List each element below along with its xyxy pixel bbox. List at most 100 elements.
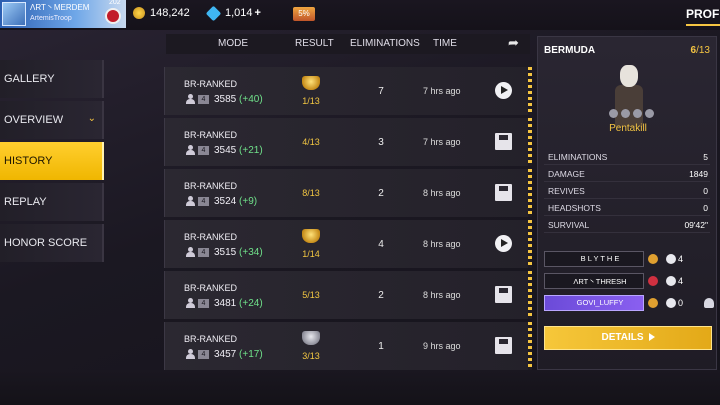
match-eliminations: 1 bbox=[378, 341, 384, 352]
history-table-header: MODE RESULT ELIMINATIONS TIME bbox=[166, 34, 530, 54]
play-replay-button[interactable] bbox=[495, 82, 512, 99]
match-detail-panel: BERMUDA 6/13 Pentakill ELIMINATIONS 5 DA… bbox=[537, 36, 717, 370]
add-friend-icon[interactable] bbox=[704, 298, 714, 308]
stat-value: 09'42" bbox=[684, 220, 708, 230]
rank-points: 3585 (+40) bbox=[214, 94, 263, 105]
rank-badge-icon bbox=[648, 276, 658, 286]
match-time: 7 hrs ago bbox=[423, 86, 461, 96]
stat-label: REVIVES bbox=[548, 186, 585, 196]
row-edge-stripe bbox=[528, 271, 532, 319]
row-edge-stripe bbox=[528, 220, 532, 268]
rank-points: 3545 (+21) bbox=[214, 145, 263, 156]
sidebar-item-label: OVERVIEW bbox=[4, 114, 64, 126]
player-kills: 4 bbox=[678, 254, 684, 264]
sidebar-item-replay[interactable]: REPLAY bbox=[0, 183, 104, 221]
squad-player-row[interactable]: ΛRT丶THRESH 4 bbox=[544, 273, 714, 289]
match-row[interactable]: BR-RANKED 4 3585 (+40) 1/13 7 7 hrs ago bbox=[164, 67, 532, 115]
diamond-balance[interactable]: 1,014 + bbox=[205, 5, 261, 21]
store-discount-icon[interactable]: 5% bbox=[293, 7, 315, 21]
placement-total: /13 bbox=[696, 45, 710, 56]
sidebar-item-honor-score[interactable]: HONOR SCORE bbox=[0, 224, 104, 262]
match-time: 8 hrs ago bbox=[423, 290, 461, 300]
details-button[interactable]: DETAILS bbox=[544, 326, 712, 350]
squad-size: 4 bbox=[198, 197, 209, 206]
stat-value: 0 bbox=[703, 203, 708, 213]
squad-person-icon bbox=[185, 298, 195, 308]
diamond-icon bbox=[205, 5, 222, 21]
row-edge-stripe bbox=[528, 169, 532, 217]
diamond-amount: 1,014 bbox=[225, 7, 253, 19]
row-edge-stripe bbox=[528, 322, 532, 370]
coin-amount: 148,242 bbox=[150, 7, 190, 19]
rank-points: 3524 (+9) bbox=[214, 196, 257, 207]
tab-profile-underline bbox=[686, 24, 720, 26]
squad-person-icon bbox=[185, 196, 195, 206]
gold-trophy-icon bbox=[302, 76, 320, 90]
character-mask bbox=[620, 65, 638, 87]
match-result: 1/13 bbox=[302, 96, 320, 106]
squad-size: 4 bbox=[198, 95, 209, 104]
match-mode: BR-RANKED bbox=[184, 283, 238, 293]
match-eliminations: 7 bbox=[378, 86, 384, 97]
player-kills: 4 bbox=[678, 276, 684, 286]
sidebar-item-label: HISTORY bbox=[4, 155, 53, 167]
save-replay-button[interactable] bbox=[495, 286, 512, 303]
level-badge-icon bbox=[105, 8, 121, 24]
save-replay-button[interactable] bbox=[495, 133, 512, 150]
stat-row: ELIMINATIONS 5 bbox=[544, 148, 710, 165]
squad-player-row[interactable]: GOVI_LUFFY 0 bbox=[544, 295, 714, 311]
play-replay-button[interactable] bbox=[495, 235, 512, 252]
row-edge-stripe bbox=[528, 118, 532, 166]
rank-points-delta: (+40) bbox=[239, 94, 263, 105]
stat-row: DAMAGE 1849 bbox=[544, 165, 710, 182]
player-kills: 0 bbox=[678, 298, 684, 308]
player-name: GOVI_LUFFY bbox=[576, 298, 624, 307]
match-row[interactable]: BR-RANKED 4 3524 (+9) 8/13 2 8 hrs ago bbox=[164, 169, 532, 217]
rank-points-value: 3585 bbox=[214, 94, 237, 105]
match-row[interactable]: BR-RANKED 4 3481 (+24) 5/13 2 8 hrs ago bbox=[164, 271, 532, 319]
share-icon[interactable]: ➦ bbox=[508, 35, 526, 50]
tab-profile[interactable]: PROFIL bbox=[686, 7, 720, 21]
match-row[interactable]: BR-RANKED 4 3545 (+21) 4/13 3 7 hrs ago bbox=[164, 118, 532, 166]
rank-points-delta: (+17) bbox=[239, 349, 263, 360]
squad-person-icon bbox=[185, 247, 195, 257]
rank-badge-icon bbox=[648, 254, 658, 264]
match-mode: BR-RANKED bbox=[184, 232, 238, 242]
match-time: 9 hrs ago bbox=[423, 341, 461, 351]
sidebar-item-gallery[interactable]: GALLERY bbox=[0, 60, 104, 98]
sidebar-item-history[interactable]: HISTORY bbox=[0, 142, 104, 180]
match-mode: BR-RANKED bbox=[184, 79, 238, 89]
save-replay-button[interactable] bbox=[495, 184, 512, 201]
map-name: BERMUDA bbox=[544, 45, 596, 56]
skull-icon bbox=[666, 254, 676, 264]
squad-person-icon bbox=[185, 145, 195, 155]
sidebar-item-overview[interactable]: OVERVIEW ⌄ bbox=[0, 101, 104, 139]
column-header-time: TIME bbox=[433, 38, 457, 49]
rank-points-value: 3524 bbox=[214, 196, 237, 207]
medal-icon bbox=[609, 109, 618, 118]
match-row[interactable]: BR-RANKED 4 3515 (+34) 1/14 4 8 hrs ago bbox=[164, 220, 532, 268]
skull-icon bbox=[666, 298, 676, 308]
squad-players: B L Y T H E 4 ΛRT丶THRESH 4 GOVI_LUFFY 0 bbox=[544, 251, 714, 317]
medal-row bbox=[609, 109, 654, 118]
player-name: ΛRT丶THRESH bbox=[573, 277, 627, 286]
rank-points-delta: (+21) bbox=[239, 145, 263, 156]
squad-player-row[interactable]: B L Y T H E 4 bbox=[544, 251, 714, 267]
match-result: 3/13 bbox=[302, 351, 320, 361]
rank-points-delta: (+9) bbox=[239, 196, 258, 207]
column-header-mode: MODE bbox=[218, 38, 248, 49]
coin-icon bbox=[133, 7, 145, 19]
match-row[interactable]: BR-RANKED 4 3457 (+17) 3/13 1 9 hrs ago bbox=[164, 322, 532, 370]
silver-trophy-icon bbox=[302, 331, 320, 345]
stat-row: SURVIVAL 09'42" bbox=[544, 216, 710, 233]
save-replay-button[interactable] bbox=[495, 337, 512, 354]
player-profile-card[interactable]: ΛRT丶MERDEM ArtemisTroop 202 bbox=[0, 0, 126, 28]
play-arrow-icon bbox=[648, 333, 655, 342]
player-level: 202 bbox=[109, 0, 121, 6]
stat-row: REVIVES 0 bbox=[544, 182, 710, 199]
rank-points: 3457 (+17) bbox=[214, 349, 263, 360]
add-diamonds-icon[interactable]: + bbox=[255, 7, 261, 19]
gold-trophy-icon bbox=[302, 229, 320, 243]
match-stats: ELIMINATIONS 5 DAMAGE 1849 REVIVES 0 HEA… bbox=[544, 148, 710, 233]
sidebar-item-label: GALLERY bbox=[4, 73, 55, 85]
